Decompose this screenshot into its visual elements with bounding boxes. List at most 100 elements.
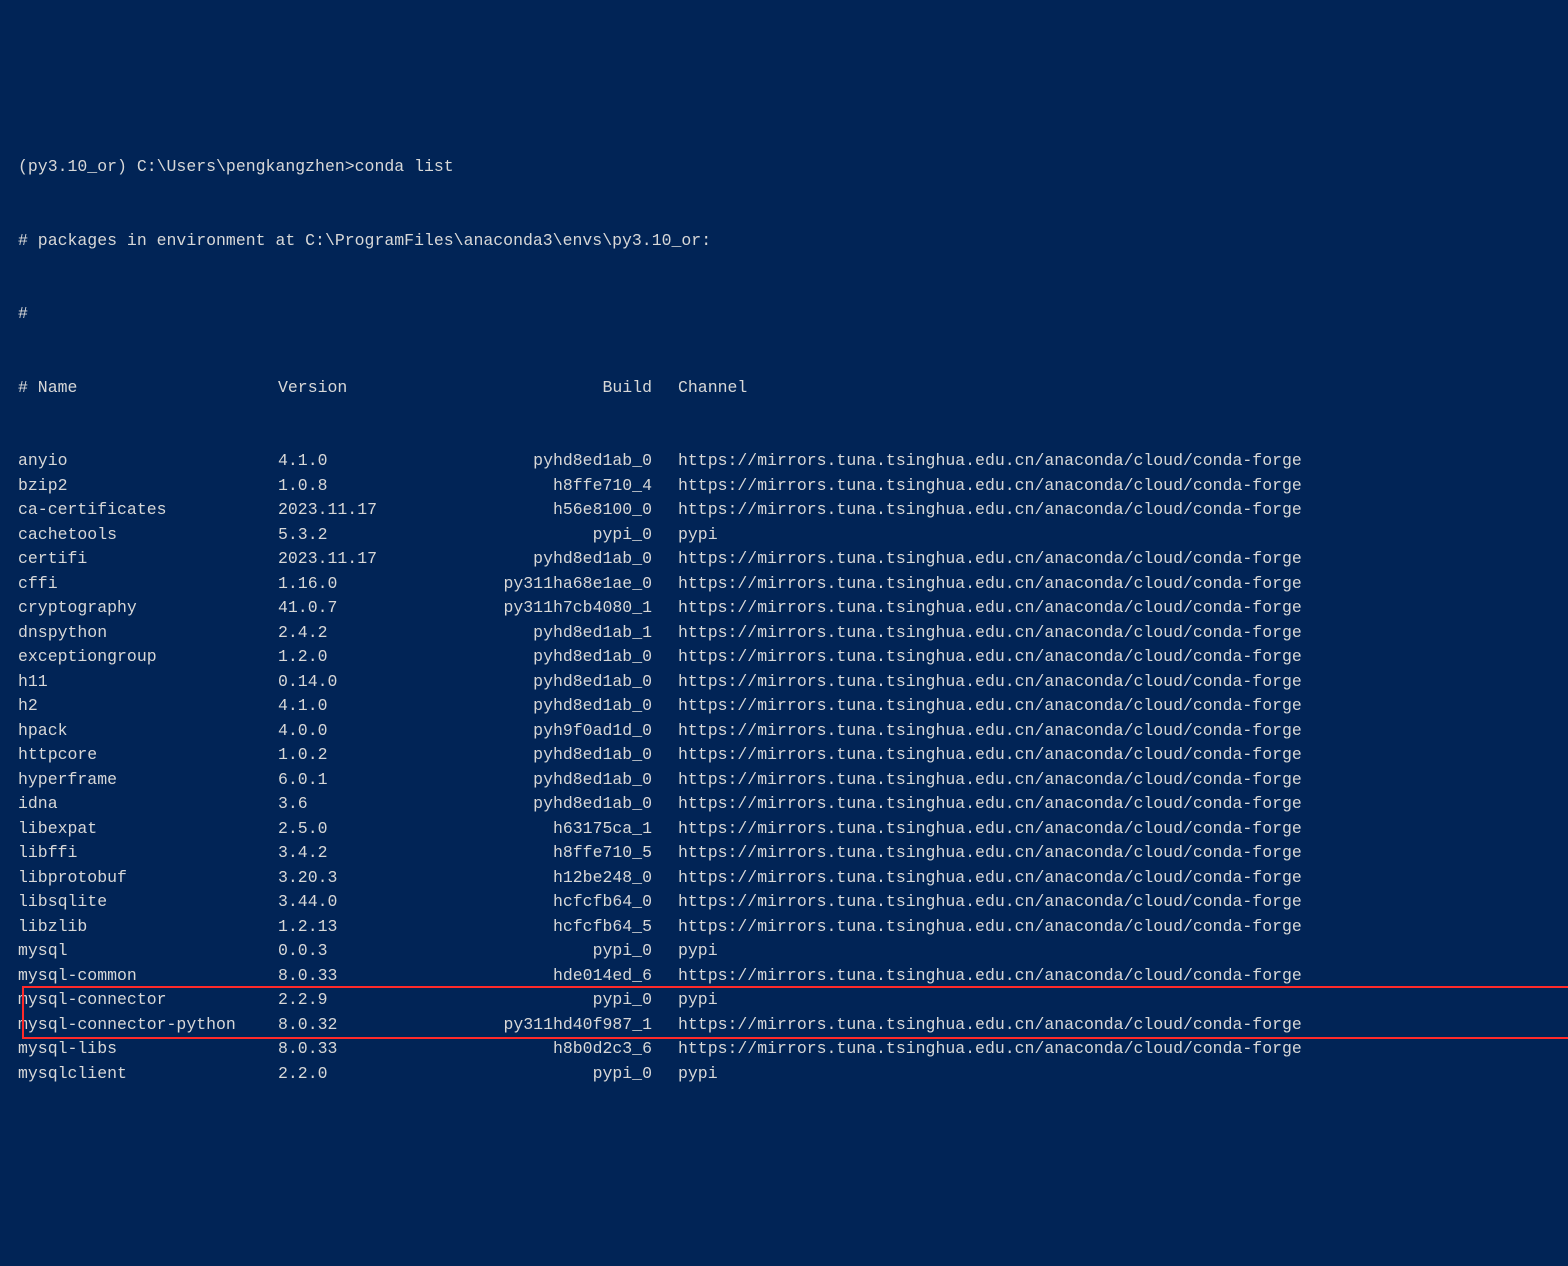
pkg-version: 5.3.2 bbox=[278, 523, 468, 548]
package-row: mysql-libs8.0.33h8b0d2c3_6https://mirror… bbox=[18, 1037, 1568, 1062]
pkg-build: h8b0d2c3_6 bbox=[468, 1037, 678, 1062]
pkg-build: py311hd40f987_1 bbox=[468, 1013, 678, 1038]
package-row: h110.14.0pyhd8ed1ab_0https://mirrors.tun… bbox=[18, 670, 1568, 695]
pkg-channel: https://mirrors.tuna.tsinghua.edu.cn/ana… bbox=[678, 547, 1302, 572]
package-row: dnspython2.4.2pyhd8ed1ab_1https://mirror… bbox=[18, 621, 1568, 646]
pkg-version: 2.4.2 bbox=[278, 621, 468, 646]
pkg-build: h8ffe710_4 bbox=[468, 474, 678, 499]
pkg-channel: https://mirrors.tuna.tsinghua.edu.cn/ana… bbox=[678, 498, 1302, 523]
pkg-channel: https://mirrors.tuna.tsinghua.edu.cn/ana… bbox=[678, 474, 1302, 499]
package-row: anyio4.1.0pyhd8ed1ab_0https://mirrors.tu… bbox=[18, 449, 1568, 474]
pkg-name: mysql bbox=[18, 939, 278, 964]
pkg-name: idna bbox=[18, 792, 278, 817]
header-version: Version bbox=[278, 376, 468, 401]
pkg-version: 2023.11.17 bbox=[278, 498, 468, 523]
package-row: cffi1.16.0py311ha68e1ae_0https://mirrors… bbox=[18, 572, 1568, 597]
pkg-name: mysql-connector-python bbox=[18, 1013, 278, 1038]
pkg-version: 1.0.8 bbox=[278, 474, 468, 499]
pkg-name: hyperframe bbox=[18, 768, 278, 793]
pkg-name: dnspython bbox=[18, 621, 278, 646]
pkg-build: hde014ed_6 bbox=[468, 964, 678, 989]
pkg-version: 3.6 bbox=[278, 792, 468, 817]
pkg-name: certifi bbox=[18, 547, 278, 572]
package-row: mysql-connector2.2.9pypi_0pypi bbox=[18, 988, 1568, 1013]
pkg-version: 4.1.0 bbox=[278, 449, 468, 474]
terminal-output[interactable]: (py3.10_or) C:\Users\pengkangzhen>conda … bbox=[18, 106, 1568, 1135]
pkg-channel: https://mirrors.tuna.tsinghua.edu.cn/ana… bbox=[678, 964, 1302, 989]
pkg-build: hcfcfb64_5 bbox=[468, 915, 678, 940]
header-row: # NameVersionBuildChannel bbox=[18, 376, 1568, 401]
package-row: ca-certificates2023.11.17h56e8100_0https… bbox=[18, 498, 1568, 523]
pkg-channel: https://mirrors.tuna.tsinghua.edu.cn/ana… bbox=[678, 1013, 1302, 1038]
header-name: # Name bbox=[18, 376, 278, 401]
pkg-channel: https://mirrors.tuna.tsinghua.edu.cn/ana… bbox=[678, 596, 1302, 621]
pkg-build: pyhd8ed1ab_0 bbox=[468, 694, 678, 719]
package-row: hpack4.0.0pyh9f0ad1d_0https://mirrors.tu… bbox=[18, 719, 1568, 744]
pkg-build: pypi_0 bbox=[468, 523, 678, 548]
pkg-build: pypi_0 bbox=[468, 939, 678, 964]
pkg-channel: https://mirrors.tuna.tsinghua.edu.cn/ana… bbox=[678, 449, 1302, 474]
header-build: Build bbox=[468, 376, 678, 401]
pkg-name: cffi bbox=[18, 572, 278, 597]
package-row: libffi3.4.2h8ffe710_5https://mirrors.tun… bbox=[18, 841, 1568, 866]
pkg-version: 8.0.32 bbox=[278, 1013, 468, 1038]
package-row: idna3.6pyhd8ed1ab_0https://mirrors.tuna.… bbox=[18, 792, 1568, 817]
pkg-version: 6.0.1 bbox=[278, 768, 468, 793]
pkg-version: 41.0.7 bbox=[278, 596, 468, 621]
prompt-line: (py3.10_or) C:\Users\pengkangzhen>conda … bbox=[18, 155, 1568, 180]
pkg-build: pyhd8ed1ab_0 bbox=[468, 768, 678, 793]
pkg-build: py311h7cb4080_1 bbox=[468, 596, 678, 621]
pkg-channel: pypi bbox=[678, 1062, 718, 1087]
pkg-version: 1.2.13 bbox=[278, 915, 468, 940]
package-row: libsqlite3.44.0hcfcfb64_0https://mirrors… bbox=[18, 890, 1568, 915]
pkg-name: bzip2 bbox=[18, 474, 278, 499]
pkg-build: pyhd8ed1ab_0 bbox=[468, 449, 678, 474]
pkg-name: mysqlclient bbox=[18, 1062, 278, 1087]
pkg-name: ca-certificates bbox=[18, 498, 278, 523]
pkg-build: pyhd8ed1ab_0 bbox=[468, 792, 678, 817]
pkg-name: mysql-common bbox=[18, 964, 278, 989]
pkg-version: 3.20.3 bbox=[278, 866, 468, 891]
pkg-build: pyhd8ed1ab_0 bbox=[468, 547, 678, 572]
pkg-build: pypi_0 bbox=[468, 1062, 678, 1087]
pkg-version: 0.0.3 bbox=[278, 939, 468, 964]
pkg-channel: pypi bbox=[678, 939, 718, 964]
pkg-version: 1.0.2 bbox=[278, 743, 468, 768]
pkg-name: libsqlite bbox=[18, 890, 278, 915]
pkg-name: libexpat bbox=[18, 817, 278, 842]
package-row: certifi2023.11.17pyhd8ed1ab_0https://mir… bbox=[18, 547, 1568, 572]
pkg-name: hpack bbox=[18, 719, 278, 744]
pkg-channel: https://mirrors.tuna.tsinghua.edu.cn/ana… bbox=[678, 915, 1302, 940]
pkg-channel: https://mirrors.tuna.tsinghua.edu.cn/ana… bbox=[678, 719, 1302, 744]
package-row: bzip21.0.8h8ffe710_4https://mirrors.tuna… bbox=[18, 474, 1568, 499]
package-row: exceptiongroup1.2.0pyhd8ed1ab_0https://m… bbox=[18, 645, 1568, 670]
pkg-version: 2023.11.17 bbox=[278, 547, 468, 572]
pkg-name: h2 bbox=[18, 694, 278, 719]
pkg-channel: https://mirrors.tuna.tsinghua.edu.cn/ana… bbox=[678, 768, 1302, 793]
pkg-version: 2.5.0 bbox=[278, 817, 468, 842]
pkg-version: 8.0.33 bbox=[278, 964, 468, 989]
pkg-name: cachetools bbox=[18, 523, 278, 548]
package-row: mysql-common8.0.33hde014ed_6https://mirr… bbox=[18, 964, 1568, 989]
pkg-name: cryptography bbox=[18, 596, 278, 621]
package-row: mysqlclient2.2.0pypi_0pypi bbox=[18, 1062, 1568, 1087]
pkg-channel: pypi bbox=[678, 523, 718, 548]
pkg-channel: https://mirrors.tuna.tsinghua.edu.cn/ana… bbox=[678, 694, 1302, 719]
hash-line: # bbox=[18, 302, 1568, 327]
pkg-name: libffi bbox=[18, 841, 278, 866]
pkg-version: 1.2.0 bbox=[278, 645, 468, 670]
pkg-name: anyio bbox=[18, 449, 278, 474]
package-row: cachetools5.3.2pypi_0pypi bbox=[18, 523, 1568, 548]
pkg-channel: https://mirrors.tuna.tsinghua.edu.cn/ana… bbox=[678, 743, 1302, 768]
pkg-version: 0.14.0 bbox=[278, 670, 468, 695]
pkg-build: h12be248_0 bbox=[468, 866, 678, 891]
package-row: libprotobuf3.20.3h12be248_0https://mirro… bbox=[18, 866, 1568, 891]
pkg-build: pyhd8ed1ab_0 bbox=[468, 743, 678, 768]
pkg-channel: pypi bbox=[678, 988, 718, 1013]
pkg-build: py311ha68e1ae_0 bbox=[468, 572, 678, 597]
pkg-channel: https://mirrors.tuna.tsinghua.edu.cn/ana… bbox=[678, 866, 1302, 891]
env-comment: # packages in environment at C:\ProgramF… bbox=[18, 229, 1568, 254]
pkg-version: 2.2.0 bbox=[278, 1062, 468, 1087]
package-row: hyperframe6.0.1pyhd8ed1ab_0https://mirro… bbox=[18, 768, 1568, 793]
pkg-channel: https://mirrors.tuna.tsinghua.edu.cn/ana… bbox=[678, 890, 1302, 915]
